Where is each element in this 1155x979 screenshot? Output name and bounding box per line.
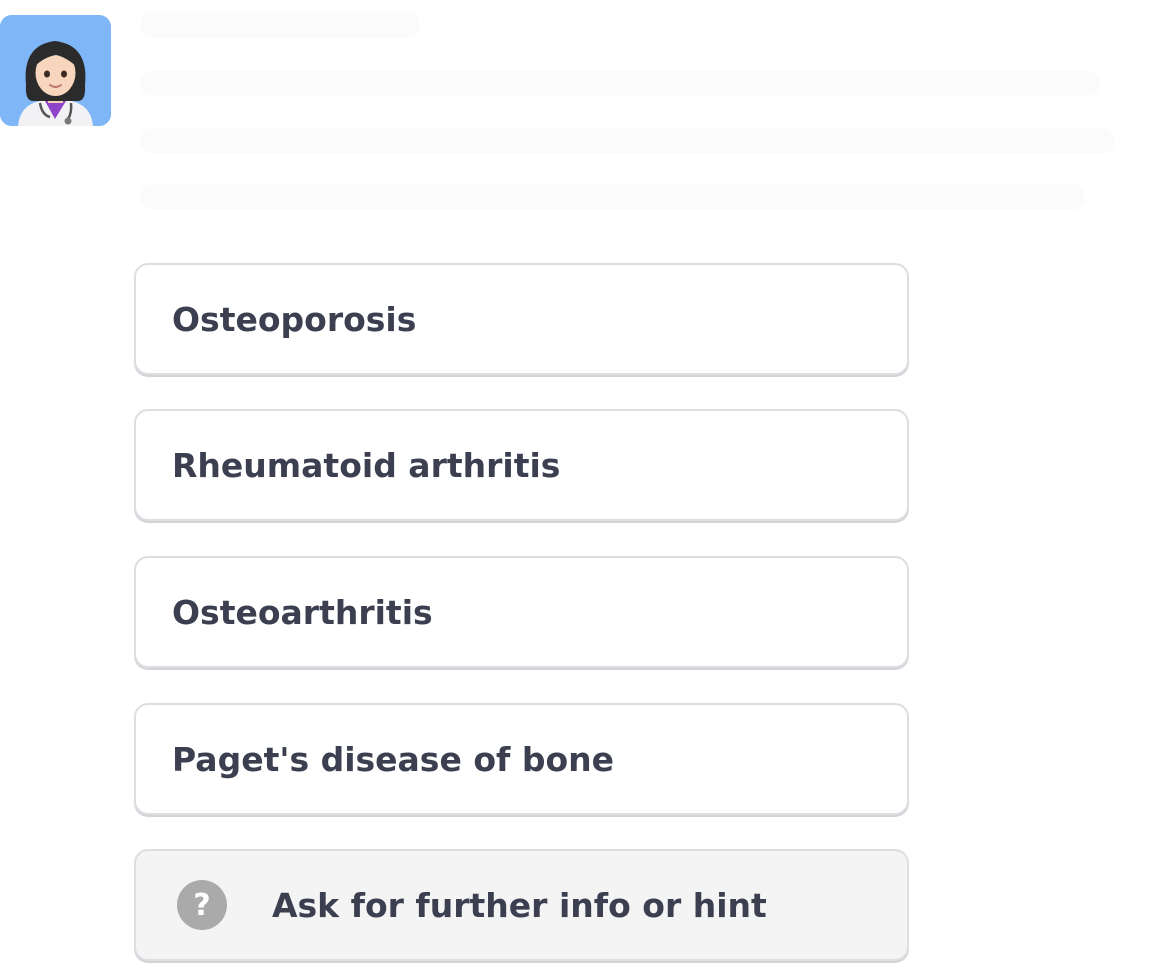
doctor-avatar <box>0 15 111 126</box>
option-label: Osteoarthritis <box>172 592 433 632</box>
option-label: Osteoporosis <box>172 299 417 339</box>
option-label: Paget's disease of bone <box>172 739 615 779</box>
faded-line <box>140 184 1085 210</box>
option-rheumatoid-arthritis[interactable]: Rheumatoid arthritis <box>134 409 909 521</box>
option-osteoporosis[interactable]: Osteoporosis <box>134 263 909 375</box>
option-label: Rheumatoid arthritis <box>172 445 561 485</box>
faded-line <box>140 128 1115 154</box>
faded-message-text <box>140 0 1130 230</box>
question-mark-icon: ? <box>177 880 227 930</box>
option-osteoarthritis[interactable]: Osteoarthritis <box>134 556 909 668</box>
hint-label: Ask for further info or hint <box>272 885 767 925</box>
doctor-avatar-icon <box>0 15 111 126</box>
faded-line <box>140 12 420 38</box>
ask-hint-button[interactable]: ? Ask for further info or hint <box>134 849 909 961</box>
faded-line <box>140 70 1100 96</box>
option-pagets-disease[interactable]: Paget's disease of bone <box>134 703 909 815</box>
